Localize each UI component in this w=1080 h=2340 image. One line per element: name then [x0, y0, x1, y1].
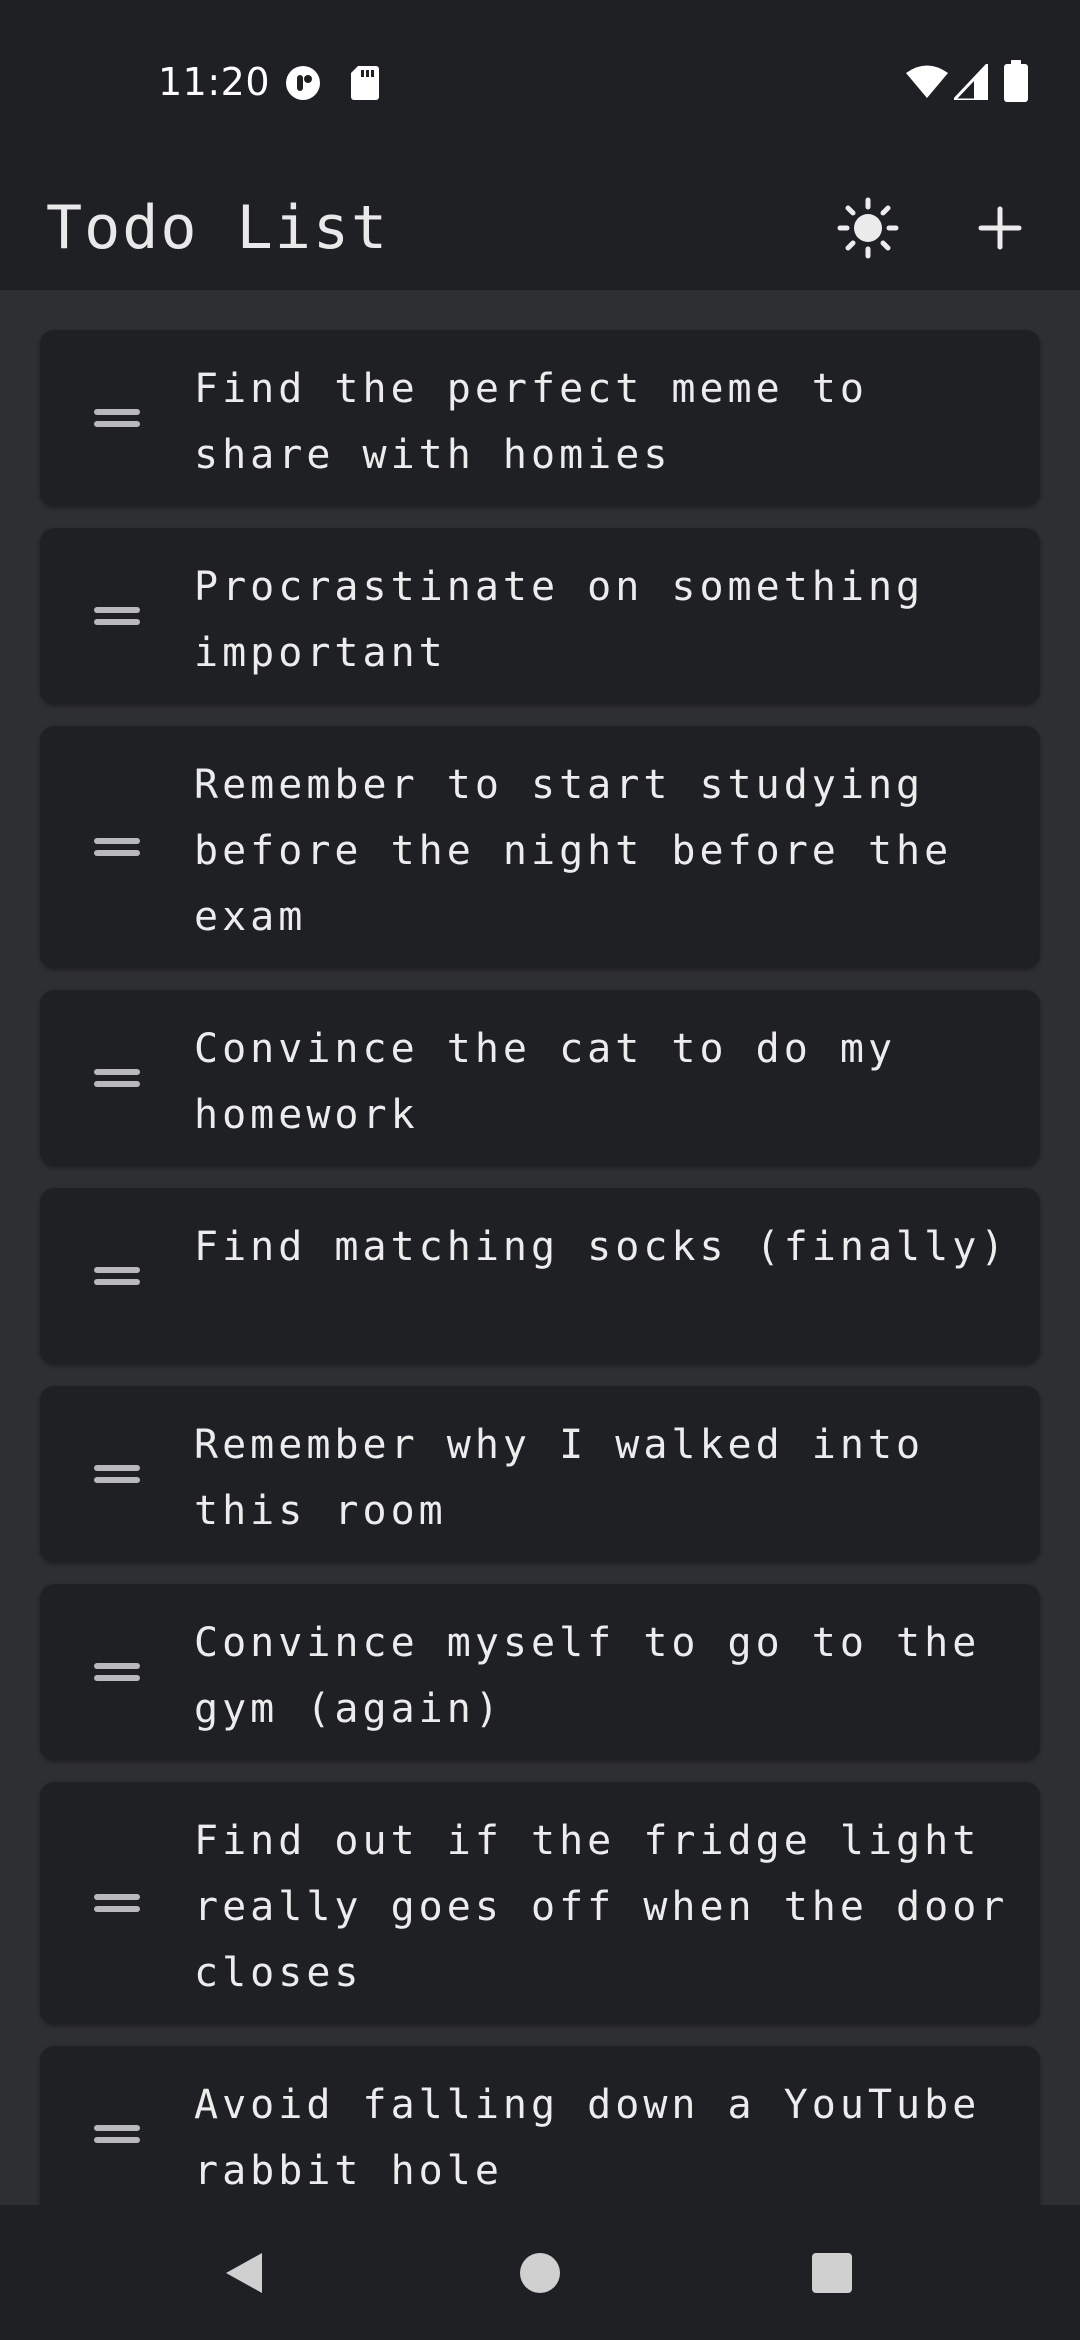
system-navigation-bar	[0, 2205, 1080, 2340]
home-icon[interactable]	[518, 2251, 562, 2295]
drag-handle-icon[interactable]	[94, 1065, 140, 1091]
todo-item[interactable]: Remember to start studying before the ni…	[40, 726, 1040, 968]
drag-handle-icon[interactable]	[94, 2121, 140, 2147]
todo-text: Find out if the fridge light really goes…	[194, 1818, 1009, 1996]
status-time: 11:20	[158, 60, 271, 104]
todo-text: Convince myself to go to the gym (again)	[194, 1620, 981, 1732]
todo-text: Avoid falling down a YouTube rabbit hole	[194, 2082, 981, 2194]
drag-handle-icon[interactable]	[94, 1659, 140, 1685]
todo-item[interactable]: Find out if the fridge light really goes…	[40, 1782, 1040, 2024]
todo-text: Find the perfect meme to share with homi…	[194, 366, 868, 478]
app-bar: Todo List	[0, 168, 1080, 290]
plus-icon	[978, 206, 1022, 250]
drag-handle-icon[interactable]	[94, 1461, 140, 1487]
todo-item[interactable]: Convince myself to go to the gym (again)	[40, 1584, 1040, 1760]
theme-toggle-button[interactable]	[830, 178, 906, 278]
cellular-signal-icon	[954, 64, 988, 100]
todo-item[interactable]: Procrastinate on something important	[40, 528, 1040, 704]
todo-item[interactable]: Find the perfect meme to share with homi…	[40, 330, 1040, 506]
add-todo-button[interactable]	[962, 178, 1038, 278]
todo-text: Convince the cat to do my homework	[194, 1026, 897, 1138]
drag-handle-icon[interactable]	[94, 1890, 140, 1916]
todo-text: Procrastinate on something important	[194, 564, 925, 676]
drag-handle-icon[interactable]	[94, 834, 140, 860]
todo-item[interactable]: Remember why I walked into this room	[40, 1386, 1040, 1562]
todo-list[interactable]: Find the perfect meme to share with homi…	[0, 290, 1080, 2205]
sun-icon	[837, 197, 899, 259]
back-icon[interactable]	[222, 2251, 266, 2295]
todo-item[interactable]: Avoid falling down a YouTube rabbit hole	[40, 2046, 1040, 2205]
notification-app-icon	[286, 66, 320, 100]
drag-handle-icon[interactable]	[94, 405, 140, 431]
todo-item[interactable]: Find matching socks (finally)	[40, 1188, 1040, 1364]
todo-text: Remember to start studying before the ni…	[194, 762, 953, 940]
page-title: Todo List	[46, 193, 390, 263]
status-bar: 11:20	[0, 0, 1080, 168]
todo-text: Find matching socks (finally)	[194, 1224, 1009, 1270]
drag-handle-icon[interactable]	[94, 1263, 140, 1289]
recents-icon[interactable]	[810, 2251, 854, 2295]
sd-card-icon	[351, 66, 379, 100]
todo-item[interactable]: Convince the cat to do my homework	[40, 990, 1040, 1166]
battery-icon	[1004, 60, 1028, 102]
wifi-icon	[906, 65, 948, 98]
todo-text: Remember why I walked into this room	[194, 1422, 925, 1534]
drag-handle-icon[interactable]	[94, 603, 140, 629]
